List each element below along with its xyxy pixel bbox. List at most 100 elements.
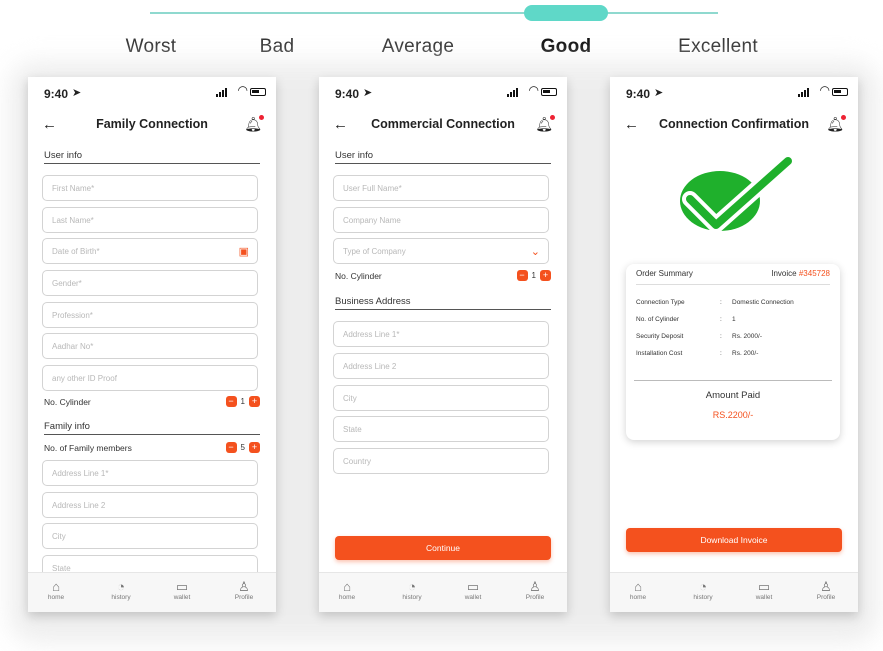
bottom-navigation: ⌂ home ◔ history ▭ wallet ♙ Profile (319, 572, 567, 612)
summary-key: No. of Cylinder (636, 316, 679, 323)
page-title: Family Connection (96, 117, 208, 131)
nav-label: wallet (464, 594, 482, 601)
state-field[interactable]: State (333, 416, 549, 442)
phone-connection-confirmation: 9:40 ➤ ◠ ← Connection Confirmation 🔔︎ Or… (610, 77, 858, 612)
phone-commercial-connection: 9:40 ➤ ◠ ← Commercial Connection 🔔︎ User… (319, 77, 567, 612)
cylinder-stepper[interactable]: − 1 + (225, 396, 260, 407)
nav-label: home (47, 594, 65, 601)
nav-label: history (693, 594, 713, 601)
invoice-number: Invoice #345728 (771, 269, 830, 278)
address-line1-field[interactable]: Address Line 1* (333, 321, 549, 347)
profile-icon: ♙ (820, 579, 832, 594)
app-header: ← Connection Confirmation 🔔︎ (610, 111, 858, 141)
notification-bell-icon[interactable]: 🔔︎ (535, 115, 555, 133)
gender-field[interactable]: Gender* (42, 270, 258, 296)
increment-button[interactable]: + (249, 442, 260, 453)
invoice-id[interactable]: #345728 (799, 269, 830, 278)
increment-button[interactable]: + (540, 270, 551, 281)
rating-slider-track[interactable] (150, 12, 718, 14)
battery-icon (832, 88, 848, 96)
company-type-placeholder: Type of Company (343, 247, 406, 256)
nav-profile[interactable]: ♙ Profile (224, 579, 264, 601)
nav-history[interactable]: ◔ history (392, 579, 432, 601)
wallet-icon: ▭ (175, 579, 189, 594)
continue-button[interactable]: Continue (335, 536, 551, 560)
city-field[interactable]: City (333, 385, 549, 411)
notification-bell-icon[interactable]: 🔔︎ (826, 115, 846, 133)
nav-label: Profile (234, 594, 254, 601)
status-bar: 9:40 ➤ ◠ (319, 77, 567, 109)
nav-home[interactable]: ⌂ home (36, 579, 76, 601)
summary-value: Rs. 200/- (732, 350, 759, 357)
chevron-down-icon[interactable]: ⌄ (531, 245, 540, 258)
location-icon: ➤ (654, 87, 664, 99)
amount-paid-label: Amount Paid (705, 390, 761, 401)
rating-label-average[interactable]: Average (382, 36, 455, 58)
first-name-field[interactable]: First Name* (42, 175, 258, 201)
nav-label: Profile (525, 594, 545, 601)
page-title: Commercial Connection (371, 117, 515, 131)
aadhar-field[interactable]: Aadhar No* (42, 333, 258, 359)
phone-family-connection: 9:40 ➤ ◠ ← Family Connection 🔔︎ User inf… (28, 77, 276, 612)
company-name-field[interactable]: Company Name (333, 207, 549, 233)
nav-home[interactable]: ⌂ home (327, 579, 367, 601)
family-members-count: 5 (240, 443, 245, 452)
decrement-button[interactable]: − (516, 270, 528, 281)
nav-profile[interactable]: ♙ Profile (806, 579, 846, 601)
summary-key: Installation Cost (636, 350, 683, 357)
nav-history[interactable]: ◔ history (683, 579, 723, 601)
rating-label-excellent[interactable]: Excellent (678, 36, 758, 58)
nav-history[interactable]: ◔ history (101, 579, 141, 601)
wallet-icon: ▭ (757, 579, 771, 594)
family-members-stepper[interactable]: − 5 + (225, 442, 260, 453)
address-line1-field[interactable]: Address Line 1* (42, 460, 258, 486)
summary-colon: : (720, 316, 722, 323)
cylinder-stepper[interactable]: − 1 + (516, 270, 551, 281)
nav-home[interactable]: ⌂ home (618, 579, 658, 601)
profile-icon: ♙ (529, 579, 541, 594)
rating-label-good[interactable]: Good (541, 36, 592, 58)
city-field[interactable]: City (42, 523, 258, 549)
wifi-icon: ◠ (237, 83, 248, 97)
summary-colon: : (720, 333, 722, 340)
address-line2-field[interactable]: Address Line 2 (333, 353, 549, 379)
last-name-field[interactable]: Last Name* (42, 207, 258, 233)
nav-label: wallet (755, 594, 773, 601)
download-invoice-button[interactable]: Download Invoice (626, 528, 842, 552)
summary-value: Rs. 2000/- (732, 333, 762, 340)
nav-wallet[interactable]: ▭ wallet (453, 579, 493, 601)
app-header: ← Family Connection 🔔︎ (28, 111, 276, 141)
section-business-address: Business Address (335, 296, 551, 310)
location-icon: ➤ (363, 87, 373, 99)
rating-slider-thumb[interactable] (524, 5, 608, 21)
family-members-label: No. of Family members (44, 443, 132, 453)
date-of-birth-field[interactable]: Date of Birth* ▣ (42, 238, 258, 264)
history-icon: ◔ (117, 579, 125, 594)
nav-label: Profile (816, 594, 836, 601)
decrement-button[interactable]: − (225, 396, 237, 407)
nav-profile[interactable]: ♙ Profile (515, 579, 555, 601)
other-id-field[interactable]: any other ID Proof (42, 365, 258, 391)
cylinder-label: No. Cylinder (44, 397, 91, 407)
profile-icon: ♙ (238, 579, 250, 594)
country-field[interactable]: Country (333, 448, 549, 474)
nav-label: history (402, 594, 422, 601)
cylinder-row: No. Cylinder − 1 + (335, 270, 551, 281)
decrement-button[interactable]: − (225, 442, 237, 453)
status-bar: 9:40 ➤ ◠ (28, 77, 276, 109)
calendar-icon[interactable]: ▣ (239, 245, 249, 258)
notification-bell-icon[interactable]: 🔔︎ (244, 115, 264, 133)
rating-label-worst[interactable]: Worst (126, 36, 177, 58)
order-summary-title: Order Summary (636, 269, 693, 278)
company-type-select[interactable]: Type of Company ⌄ (333, 238, 549, 264)
cylinder-count: 1 (240, 397, 245, 406)
nav-wallet[interactable]: ▭ wallet (744, 579, 784, 601)
nav-label: history (111, 594, 131, 601)
profession-field[interactable]: Profession* (42, 302, 258, 328)
rating-label-bad[interactable]: Bad (260, 36, 295, 58)
full-name-field[interactable]: User Full Name* (333, 175, 549, 201)
increment-button[interactable]: + (249, 396, 260, 407)
home-icon: ⌂ (52, 579, 60, 594)
address-line2-field[interactable]: Address Line 2 (42, 492, 258, 518)
nav-wallet[interactable]: ▭ wallet (162, 579, 202, 601)
